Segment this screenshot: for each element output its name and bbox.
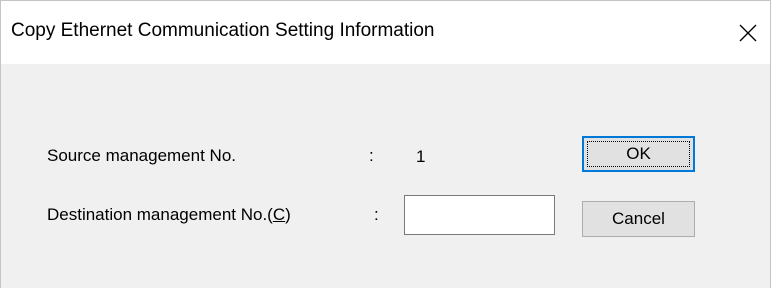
close-icon <box>739 24 757 41</box>
cancel-button-label: Cancel <box>612 209 665 228</box>
destination-management-input[interactable] <box>404 195 555 235</box>
title-bar: Copy Ethernet Communication Setting Info… <box>1 1 770 64</box>
destination-label-suffix: ) <box>285 205 291 224</box>
ok-button[interactable]: OK <box>582 136 695 172</box>
source-management-label: Source management No. <box>47 146 236 165</box>
source-management-value: 1 <box>416 147 426 166</box>
window-title: Copy Ethernet Communication Setting Info… <box>11 20 435 41</box>
close-button[interactable] <box>726 1 770 64</box>
source-colon: : <box>369 146 374 165</box>
cancel-button[interactable]: Cancel <box>582 201 695 237</box>
bottom-edge <box>0 288 771 294</box>
destination-label-accelerator: C <box>272 205 286 224</box>
destination-colon: : <box>374 205 379 224</box>
focus-ring <box>587 141 690 167</box>
destination-management-label: Destination management No.(C) <box>47 205 291 225</box>
copy-settings-dialog: Copy Ethernet Communication Setting Info… <box>0 0 771 289</box>
destination-label-prefix: Destination management No.( <box>47 205 273 224</box>
